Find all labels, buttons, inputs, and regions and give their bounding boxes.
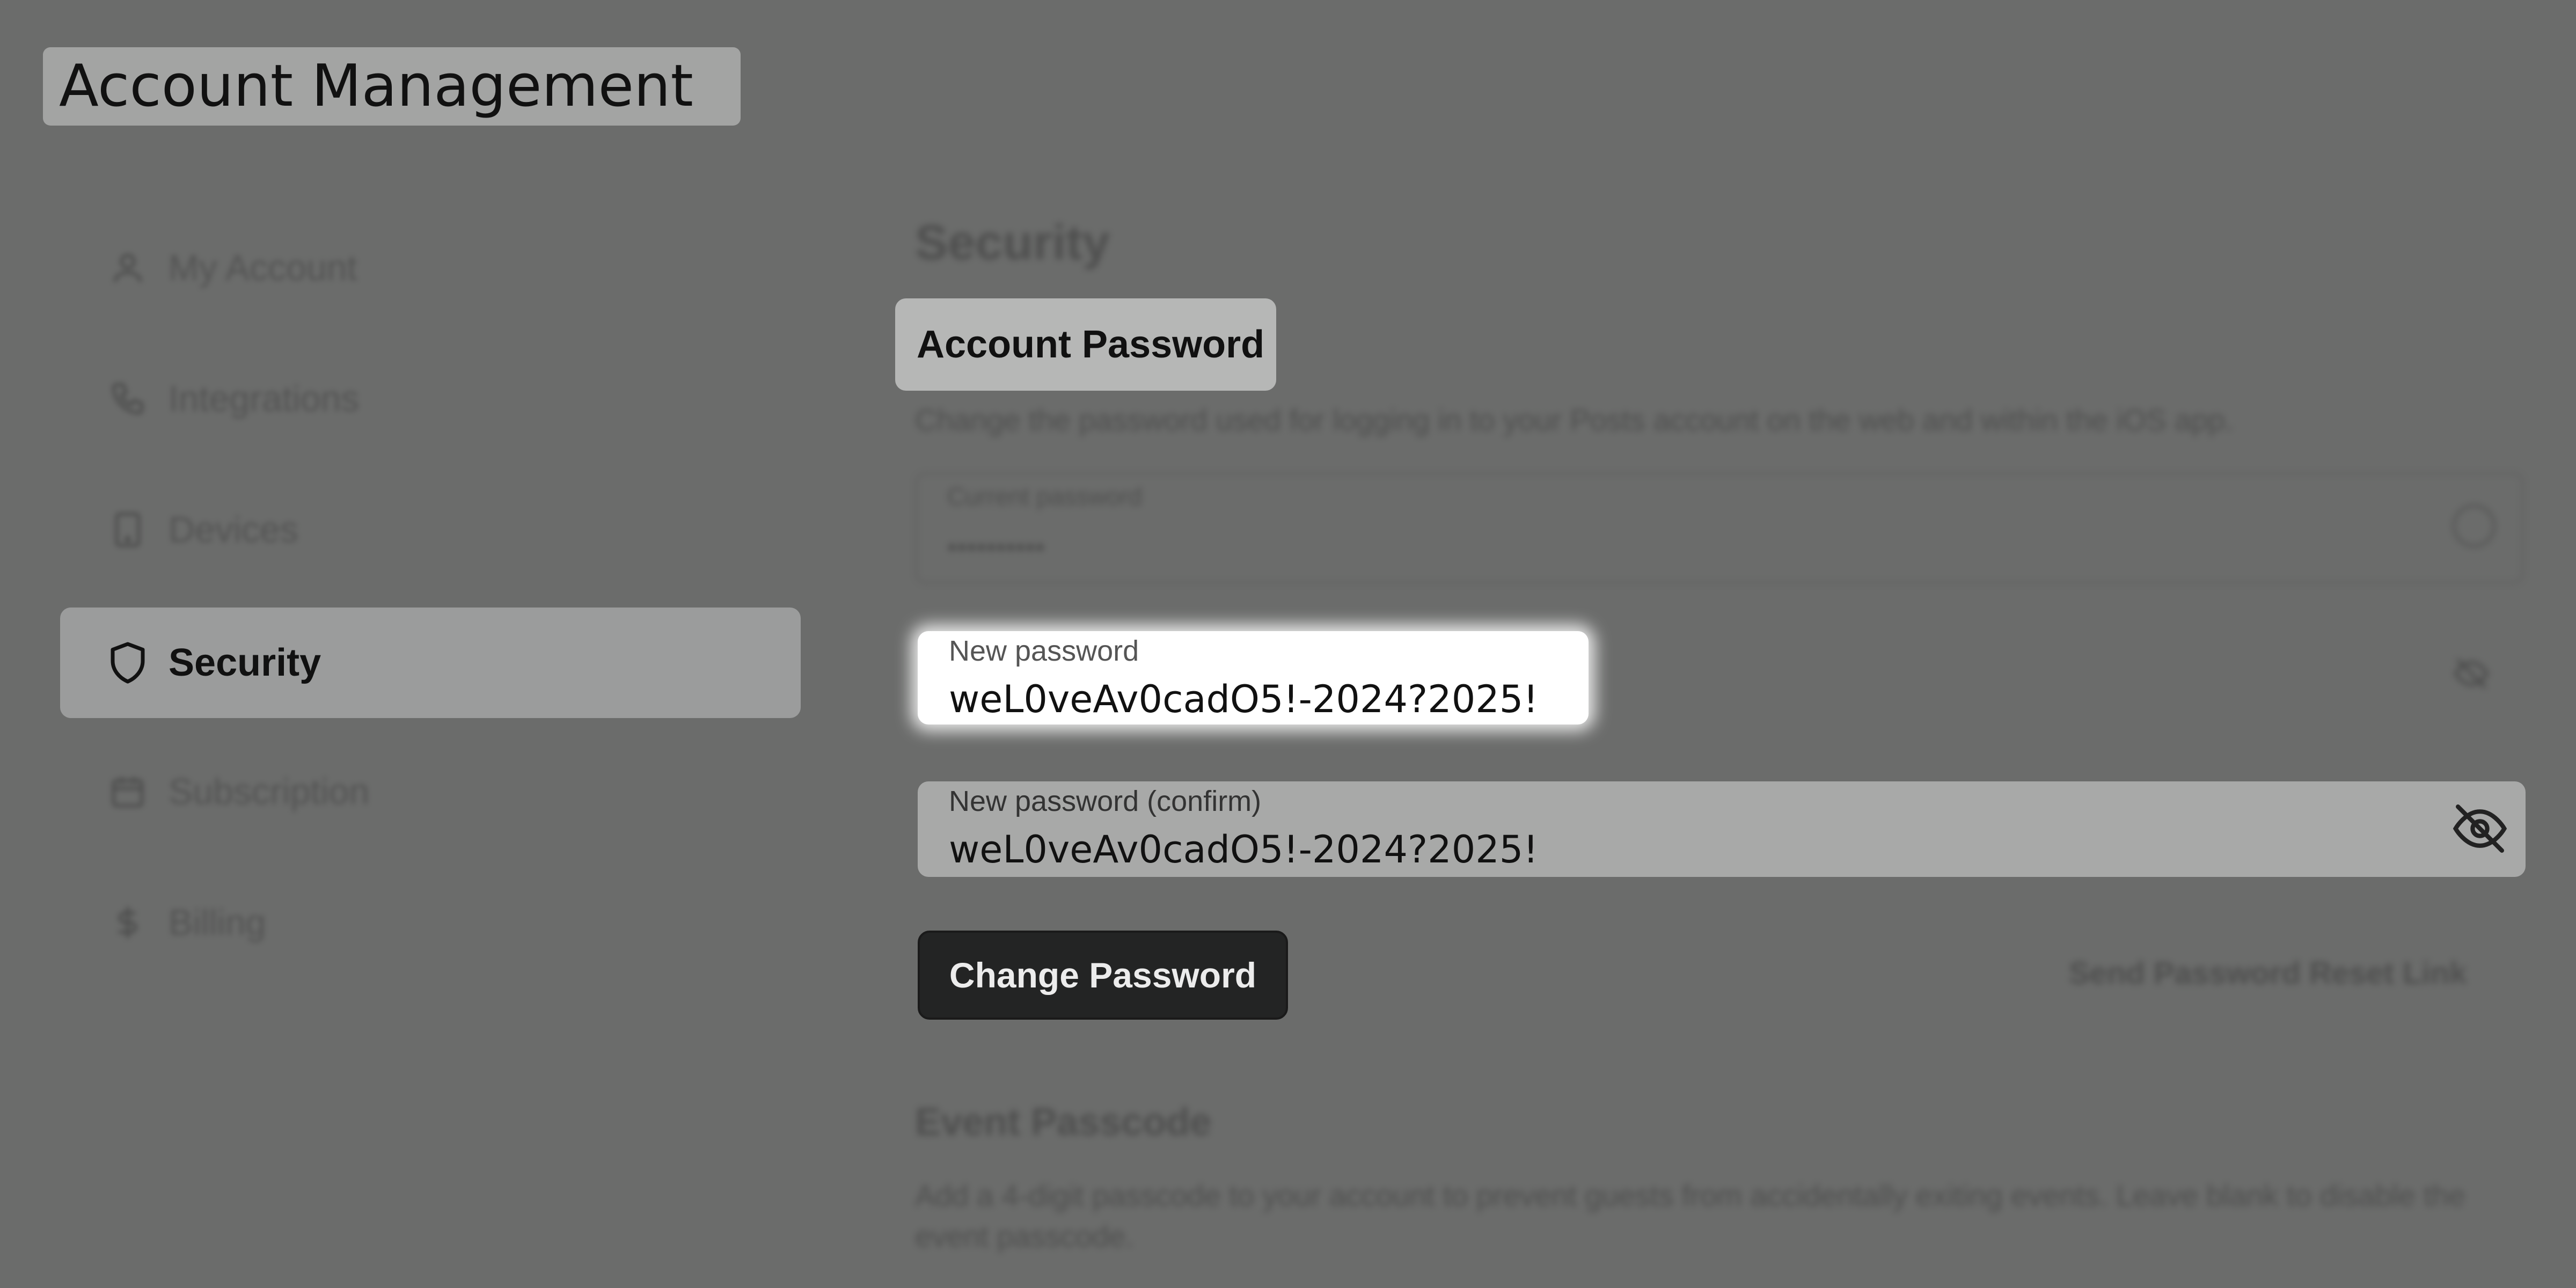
account-password-description: Change the password used for logging in … bbox=[915, 403, 2234, 437]
dollar-icon bbox=[103, 898, 152, 947]
new-password-label: New password bbox=[949, 635, 1139, 667]
sidebar-item-devices[interactable]: Devices bbox=[60, 474, 801, 585]
eye-off-icon[interactable] bbox=[2453, 655, 2490, 692]
account-password-title: Account Password bbox=[895, 298, 1276, 391]
sidebar-item-label: Billing bbox=[169, 902, 266, 943]
sidebar-item-label: Subscription bbox=[169, 771, 370, 812]
user-icon bbox=[103, 243, 152, 292]
page-title: Account Management bbox=[43, 47, 741, 126]
sidebar-item-security[interactable]: Security bbox=[60, 608, 801, 718]
calendar-icon bbox=[103, 767, 152, 816]
send-reset-link[interactable]: Send Password Reset Link bbox=[2069, 955, 2467, 991]
new-password-field[interactable]: New password weL0veAv0cadO5!-2024?2025! bbox=[918, 631, 1589, 724]
eye-off-icon[interactable] bbox=[2450, 802, 2509, 855]
current-password-field[interactable] bbox=[915, 472, 2524, 584]
sidebar-item-subscription[interactable]: Subscription bbox=[60, 736, 801, 847]
phone-icon bbox=[103, 374, 152, 423]
shield-icon bbox=[103, 638, 152, 687]
confirm-password-input[interactable]: weL0veAv0cadO5!-2024?2025! bbox=[949, 828, 1538, 872]
tablet-icon bbox=[103, 505, 152, 554]
new-password-input[interactable]: weL0veAv0cadO5!-2024?2025! bbox=[949, 677, 1538, 721]
current-password-value: •••••••••• bbox=[947, 532, 1045, 563]
change-password-button[interactable]: Change Password bbox=[918, 931, 1288, 1020]
sidebar-item-my-account[interactable]: My Account bbox=[60, 213, 801, 323]
current-password-label: Current password bbox=[947, 482, 1143, 510]
sidebar-item-label: Security bbox=[169, 641, 321, 684]
confirm-password-field[interactable]: New password (confirm) weL0veAv0cadO5!-2… bbox=[918, 781, 2526, 877]
sidebar-item-label: Integrations bbox=[169, 378, 360, 419]
sidebar-item-label: My Account bbox=[169, 247, 357, 288]
event-passcode-title: Event Passcode bbox=[915, 1101, 1212, 1144]
section-title: Security bbox=[915, 215, 1110, 270]
sidebar-item-billing[interactable]: Billing bbox=[60, 867, 801, 978]
eye-icon[interactable] bbox=[2453, 504, 2496, 547]
confirm-password-label: New password (confirm) bbox=[949, 785, 1262, 817]
event-passcode-description: Add a 4-digit passcode to your account t… bbox=[915, 1179, 2465, 1253]
sidebar-item-integrations[interactable]: Integrations bbox=[60, 343, 801, 454]
sidebar-item-label: Devices bbox=[169, 509, 298, 550]
